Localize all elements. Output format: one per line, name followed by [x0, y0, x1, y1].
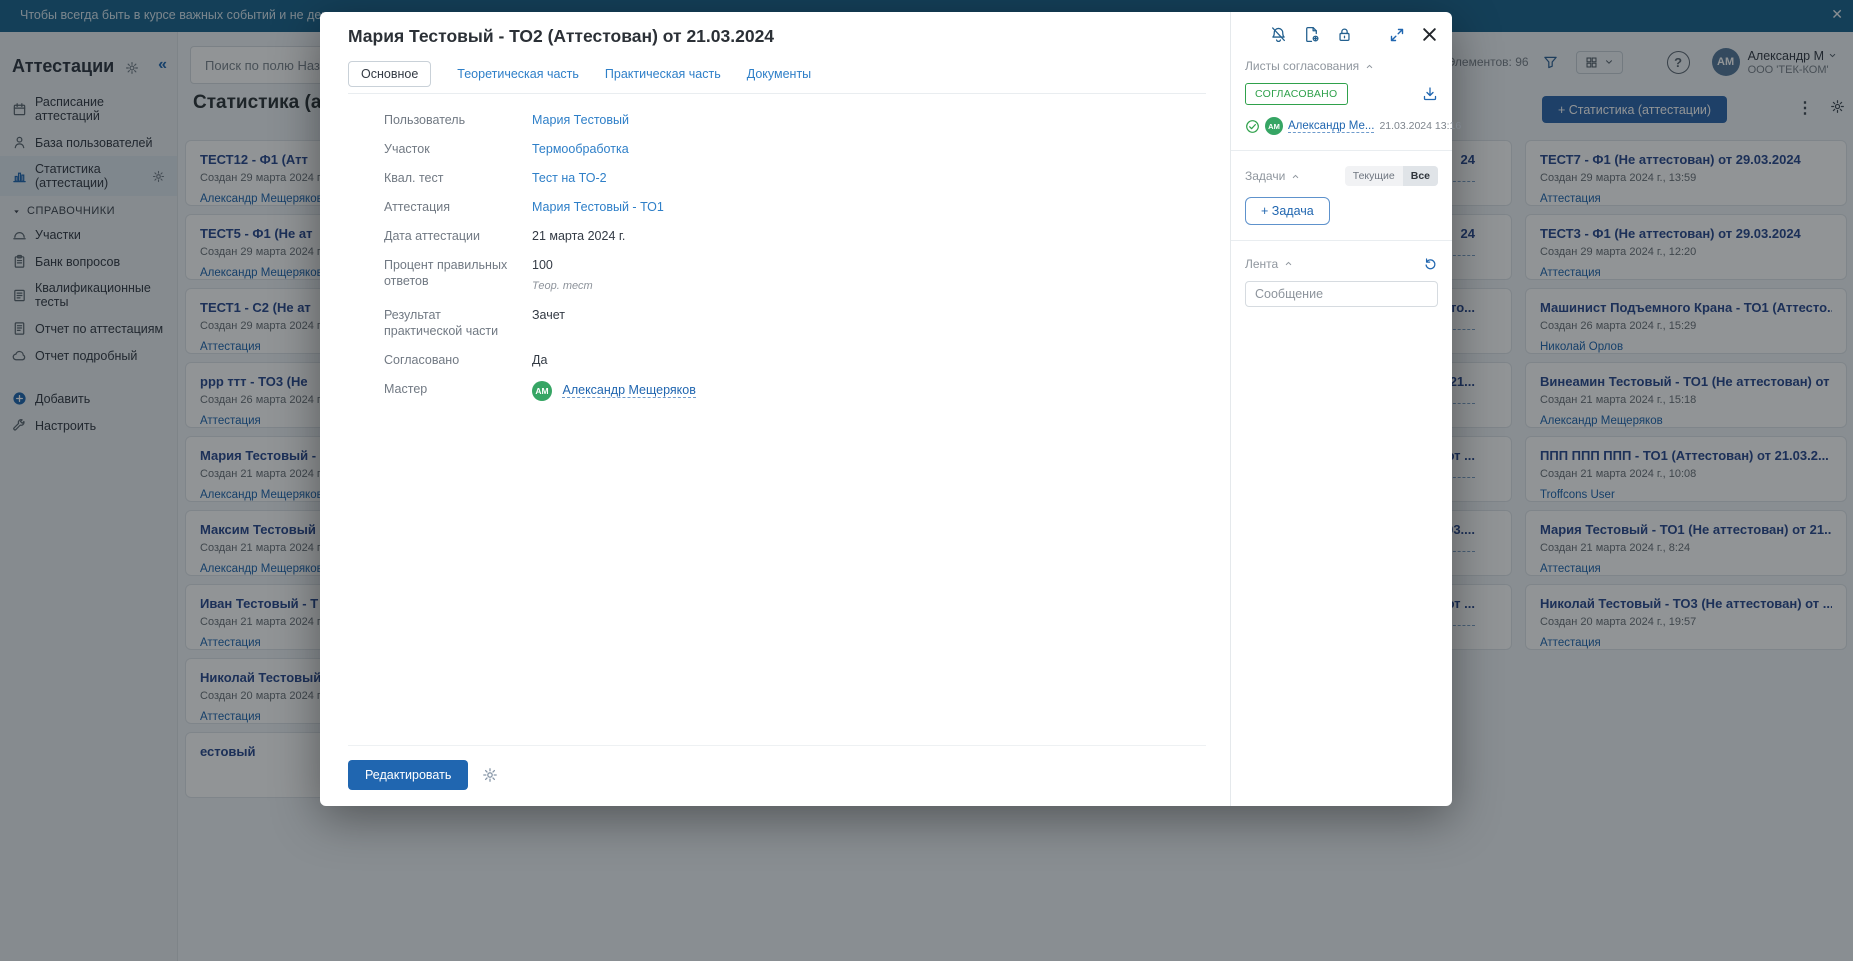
field-qual-test: Квал. тест Тест на ТО-2 [384, 170, 1206, 186]
approval-timestamp: 21.03.2024 13:16 [1379, 120, 1461, 132]
field-section: Участок Термообработка [384, 141, 1206, 157]
add-task-button[interactable]: + Задача [1245, 197, 1330, 225]
tasks-header[interactable]: Задачи Текущие Все [1245, 166, 1438, 186]
message-input[interactable] [1245, 281, 1438, 307]
modal-side-panel: Листы согласования СОГЛАСОВАНО AM Алекса… [1230, 12, 1452, 806]
download-icon[interactable] [1422, 86, 1438, 102]
mute-notifications-icon[interactable] [1270, 26, 1287, 43]
status-badge: СОГЛАСОВАНО [1245, 83, 1348, 105]
close-icon[interactable] [1421, 26, 1438, 43]
approver-link[interactable]: Александр Ме... [1288, 120, 1374, 133]
modal-fields: Пользователь Мария Тестовый Участок Терм… [348, 94, 1206, 745]
chevron-up-icon [1291, 172, 1300, 181]
tasks-filter-toggle: Текущие Все [1345, 166, 1438, 186]
field-master: Мастер AM Александр Мещеряков [384, 381, 1206, 401]
gear-icon[interactable] [482, 767, 498, 783]
approval-status-row: СОГЛАСОВАНО [1245, 83, 1438, 105]
field-approved: Согласовано Да [384, 352, 1206, 368]
modal-main: Мария Тестовый - ТО2 (Аттестован) от 21.… [320, 12, 1230, 806]
section-link[interactable]: Термообработка [532, 141, 629, 157]
document-settings-icon[interactable] [1303, 26, 1320, 43]
tab-documents[interactable]: Документы [747, 67, 811, 81]
expand-icon[interactable] [1389, 27, 1405, 43]
divider [1231, 150, 1452, 151]
field-user: Пользователь Мария Тестовый [384, 112, 1206, 128]
tab-main[interactable]: Основное [348, 61, 431, 87]
chevron-up-icon [1365, 62, 1374, 71]
tab-theoretical[interactable]: Теоретическая часть [457, 67, 579, 81]
modal-footer: Редактировать [348, 745, 1206, 790]
lock-icon[interactable] [1336, 26, 1353, 43]
modal-tabs: Основное Теоретическая часть Практическа… [348, 61, 1206, 94]
tab-practical[interactable]: Практическая часть [605, 67, 721, 81]
qual-test-link[interactable]: Тест на ТО-2 [532, 170, 607, 186]
field-date: Дата аттестации 21 марта 2024 г. [384, 228, 1206, 244]
avatar: AM [532, 381, 552, 401]
modal-header-icons [1245, 26, 1438, 43]
edit-button[interactable]: Редактировать [348, 760, 468, 790]
check-circle-icon [1245, 119, 1260, 134]
attestation-link[interactable]: Мария Тестовый - ТО1 [532, 199, 664, 215]
divider [1231, 240, 1452, 241]
master-link[interactable]: Александр Мещеряков [562, 383, 695, 398]
refresh-icon[interactable] [1423, 256, 1438, 271]
modal-title: Мария Тестовый - ТО2 (Аттестован) от 21.… [348, 26, 1206, 47]
tasks-filter-current[interactable]: Текущие [1345, 166, 1403, 186]
field-percent: Процент правильных ответов 100 Теор. тес… [384, 257, 1206, 294]
percent-note: Теор. тест [532, 278, 593, 294]
avatar: AM [1265, 117, 1283, 135]
field-attestation: Аттестация Мария Тестовый - ТО1 [384, 199, 1206, 215]
chevron-up-icon [1284, 259, 1293, 268]
feed-header[interactable]: Лента [1245, 256, 1438, 271]
approval-sheets-header[interactable]: Листы согласования [1245, 59, 1438, 73]
attestation-detail-modal: Мария Тестовый - ТО2 (Аттестован) от 21.… [320, 12, 1452, 806]
field-practical-result: Результат практической части Зачет [384, 307, 1206, 339]
approver-row: AM Александр Ме... 21.03.2024 13:16 [1245, 117, 1438, 135]
tasks-filter-all[interactable]: Все [1403, 166, 1438, 186]
user-link[interactable]: Мария Тестовый [532, 112, 629, 128]
